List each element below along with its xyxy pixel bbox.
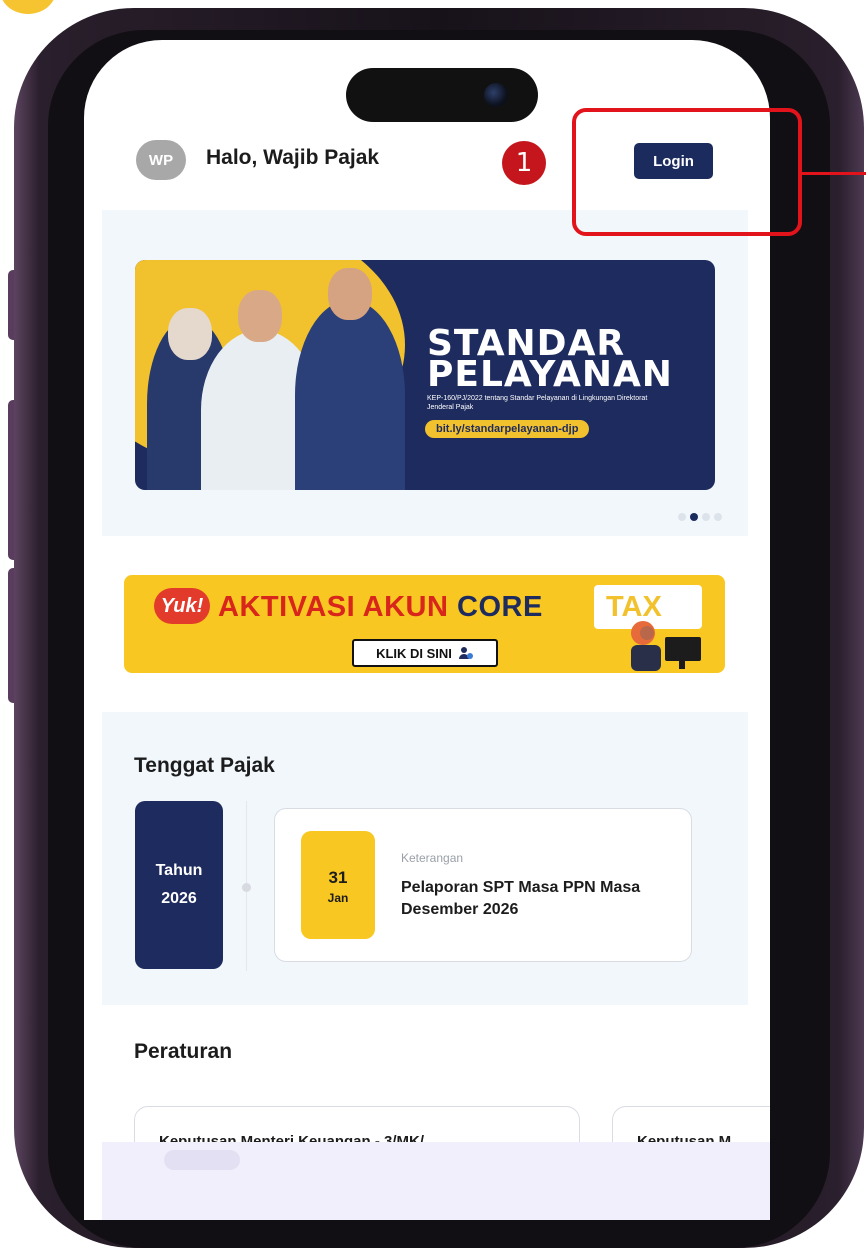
- cta-label: KLIK DI SINI: [376, 645, 452, 661]
- carousel-dot[interactable]: [714, 513, 722, 521]
- banner-title: STANDAR PELAYANAN: [427, 323, 673, 395]
- person-at-computer-illustration: [631, 621, 701, 671]
- section-title: Tenggat Pajak: [134, 754, 275, 777]
- banner-section: STANDAR PELAYANAN KEP-160/PJ/2022 tentan…: [102, 210, 748, 536]
- headline-text: AKTIVASI AKUN: [218, 591, 449, 623]
- login-highlight-box: [572, 108, 802, 236]
- corner-decoration: [0, 0, 56, 14]
- dynamic-island: [346, 68, 538, 122]
- banner-subtitle: KEP-160/PJ/2022 tentang Standar Pelayana…: [427, 395, 648, 411]
- carousel-dot[interactable]: [702, 513, 710, 521]
- greeting-text: Halo, Wajib Pajak: [206, 146, 380, 169]
- date-month: Jan: [327, 891, 349, 905]
- camera-icon: [484, 83, 508, 107]
- timeline-dot: [242, 883, 251, 892]
- callout-line: [802, 172, 866, 175]
- banner-link[interactable]: bit.ly/standarpelayanan-djp: [425, 420, 590, 438]
- carousel-indicator[interactable]: [678, 513, 722, 521]
- klik-di-sini-button[interactable]: KLIK DI SINI: [352, 639, 498, 667]
- keterangan-text: Pelaporan SPT Masa PPN Masa Desember 202…: [401, 879, 641, 918]
- coretax-banner[interactable]: Yuk! AKTIVASI AKUN CORE TAX KLIK DI SINI: [124, 575, 725, 673]
- section-title: Peraturan: [134, 1040, 233, 1063]
- step-number-badge: 1: [502, 141, 546, 185]
- user-check-icon: [458, 647, 473, 659]
- avatar[interactable]: WP: [136, 140, 186, 180]
- nav-item-indicator[interactable]: [164, 1150, 240, 1170]
- carousel-dot[interactable]: [678, 513, 686, 521]
- year-selector[interactable]: Tahun 2026: [135, 801, 223, 969]
- carousel-dot-active[interactable]: [690, 513, 698, 521]
- tenggat-pajak-section: Tenggat Pajak Tahun 2026 31 Jan Keterang…: [102, 712, 748, 1005]
- coretax-headline: AKTIVASI AKUN CORE: [218, 591, 543, 624]
- date-badge: 31 Jan: [301, 831, 375, 939]
- date-day: 31: [328, 868, 348, 887]
- yuk-badge: Yuk!: [154, 588, 210, 624]
- brand-core-text: CORE: [457, 591, 543, 623]
- year-label: Tahun: [155, 862, 203, 879]
- deadline-card[interactable]: 31 Jan Keterangan Pelaporan SPT Masa PPN…: [274, 808, 692, 962]
- bottom-navigation: [102, 1142, 770, 1220]
- keterangan-label: Keterangan: [401, 851, 464, 865]
- year-value: 2026: [161, 890, 197, 907]
- person-illustration: [295, 268, 405, 490]
- promo-banner[interactable]: STANDAR PELAYANAN KEP-160/PJ/2022 tentan…: [135, 260, 715, 490]
